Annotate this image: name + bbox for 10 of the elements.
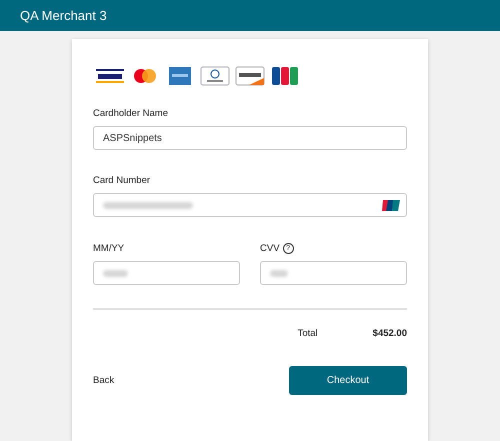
- cvv-label: CVV: [260, 243, 280, 254]
- expiry-label: MM/YY: [93, 243, 126, 254]
- total-amount: $452.00: [372, 328, 407, 339]
- card-number-label: Card Number: [93, 175, 152, 186]
- total-label: Total: [298, 328, 318, 339]
- checkout-button[interactable]: Checkout: [289, 366, 407, 395]
- merchant-title: QA Merchant 3: [20, 8, 107, 23]
- cardholder-name-field[interactable]: ASPSnippets: [93, 126, 407, 150]
- back-link[interactable]: Back: [93, 375, 114, 386]
- cardholder-name-label: Cardholder Name: [93, 108, 169, 119]
